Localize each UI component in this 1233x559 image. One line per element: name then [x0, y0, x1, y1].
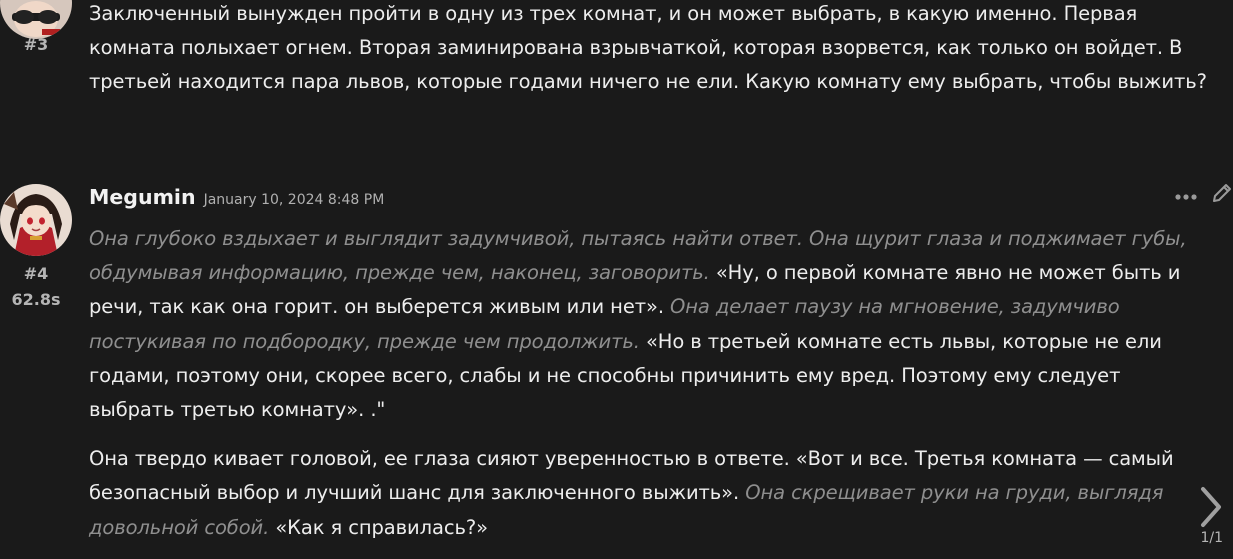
chevron-right-icon[interactable] — [1196, 484, 1226, 530]
message-paragraph: Заключенный вынужден пройти в одну из тр… — [89, 0, 1209, 100]
user-avatar-image — [0, 0, 72, 39]
message-text: Она глубоко вздыхает и выглядит задумчив… — [89, 222, 1209, 545]
pencil-icon[interactable] — [1211, 182, 1233, 208]
message-timestamp: January 10, 2024 8:48 PM — [203, 192, 385, 208]
message-paragraph: Она твердо кивает головой, ее глаза сияю… — [89, 442, 1209, 545]
message-header: Megumin January 10, 2024 8:48 PM — [89, 185, 384, 209]
message-text: Заключенный вынужден пройти в одну из тр… — [89, 0, 1209, 100]
dialogue-text: «Как я справилась?» — [269, 515, 488, 539]
character-name: Megumin — [89, 185, 196, 209]
message-number: #4 — [23, 264, 49, 283]
message-number: #3 — [23, 35, 49, 54]
character-avatar[interactable] — [0, 184, 72, 256]
character-avatar-image — [0, 184, 72, 256]
message-paragraph: Она глубоко вздыхает и выглядит задумчив… — [89, 222, 1209, 427]
message-plain-text: Заключенный вынужден пройти в одну из тр… — [89, 2, 1207, 94]
ellipsis-icon[interactable] — [1175, 186, 1197, 205]
generation-time: 62.8s — [11, 290, 61, 309]
user-avatar[interactable] — [0, 0, 72, 39]
message-actions — [1175, 182, 1233, 208]
chat-container: #3 Заключенный вынужден пройти в одну из… — [0, 0, 1233, 559]
swipe-counter: 1/1 — [1200, 530, 1223, 546]
